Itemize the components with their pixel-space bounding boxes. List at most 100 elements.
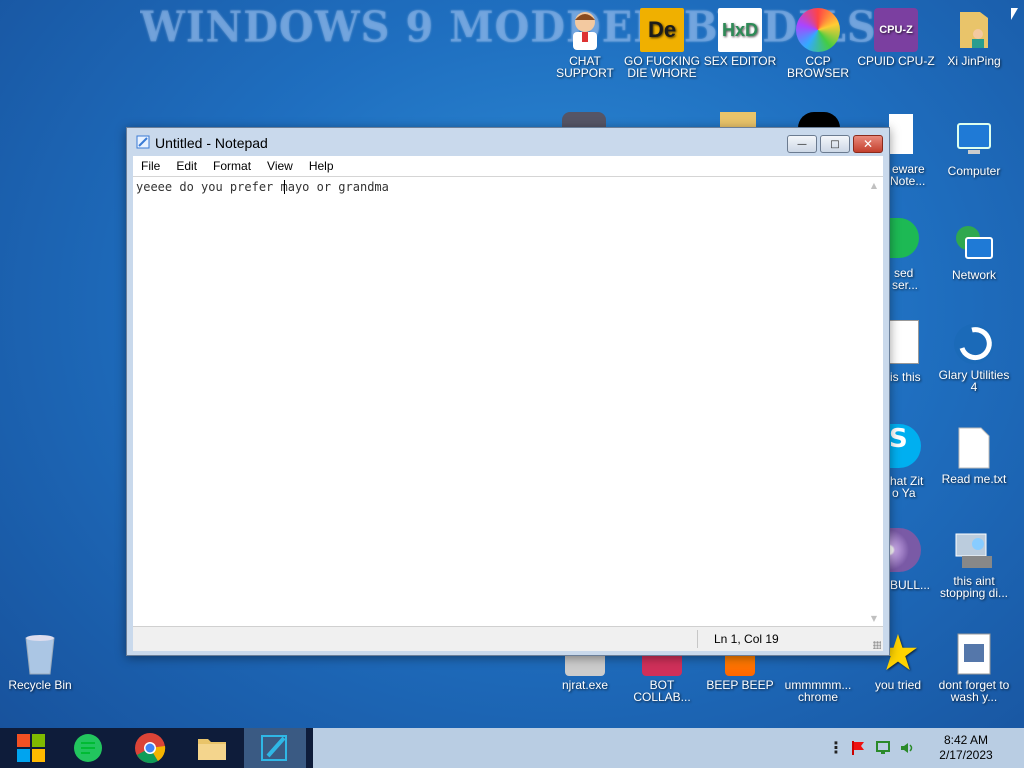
desktop-icon-label: CPUID CPU-Z (857, 54, 935, 68)
desktop-icon-glary-utilities[interactable]: Glary Utilities 4 (934, 322, 1014, 393)
hex-editor-icon-text: HxD (721, 20, 758, 40)
taskbar-empty-area (313, 728, 1024, 768)
desktop-icon-cpuz[interactable]: CPU-Z CPUID CPU-Z (856, 8, 936, 67)
network-globe-icon (952, 222, 996, 266)
desktop-icon-chat-support[interactable]: CHAT SUPPORT (545, 8, 625, 79)
text-editor-area[interactable]: yeeee do you prefer mayo or grandma ▲ ▼ (133, 176, 883, 627)
die-app-icon-text: De (647, 17, 677, 42)
hex-editor-icon: HxD (718, 8, 762, 52)
start-button[interactable] (0, 728, 62, 768)
desktop-icon-sex-editor[interactable]: HxD SEX EDITOR (700, 8, 780, 67)
partial-label-ser: ser... (892, 278, 919, 292)
text-caret (284, 180, 285, 194)
disc-icon (889, 528, 921, 572)
partial-label-is-this: is this (890, 370, 921, 384)
cpu-chip-icon: CPU-Z (874, 8, 918, 52)
spotify-icon (889, 218, 919, 258)
skype-icon: S (889, 424, 921, 468)
recycle-bin-icon (18, 632, 62, 676)
desktop-icon-go-die[interactable]: De GO FUCKING DIE WHORE (622, 8, 702, 79)
menu-bar: File Edit Format View Help (133, 156, 883, 176)
menu-file[interactable]: File (133, 159, 168, 173)
desktop-icon-label: GO FUCKING DIE WHORE (623, 54, 700, 80)
menu-format[interactable]: Format (205, 159, 259, 173)
desktop-icon-label: Recycle Bin (8, 678, 72, 692)
editor-text: yeeee do you prefer mayo or grandma (136, 180, 389, 194)
desktop-icon-label: Network (951, 268, 996, 282)
obscured-icon-folder (720, 112, 756, 128)
close-button[interactable]: ✕ (853, 135, 883, 153)
glary-swirl-icon (952, 322, 996, 366)
obscured-icon-dark (798, 112, 840, 128)
browser-icon (796, 8, 840, 52)
taskbar-chrome[interactable] (119, 728, 181, 768)
desktop-icon-this-aint-stopping[interactable]: this aint stopping di... (934, 528, 1014, 599)
support-agent-icon (563, 8, 607, 52)
volume-icon[interactable] (899, 740, 915, 756)
notepad-taskbar-icon (261, 735, 287, 761)
tray-overflow-icon[interactable]: ⋮ (828, 738, 844, 757)
maximize-button[interactable]: □ (820, 135, 850, 153)
desktop-icon-label: dont forget to wash y... (938, 678, 1010, 704)
taskbar-file-explorer[interactable] (181, 728, 243, 768)
folder-user-icon (952, 8, 996, 52)
desktop-icon-readme[interactable]: Read me.txt (934, 426, 1014, 485)
scroll-up-arrow-icon[interactable]: ▲ (871, 181, 877, 190)
desktop-icon-chrome[interactable]: ummmmm... chrome (778, 650, 858, 703)
desktop-icon-label: ummmmm... chrome (784, 678, 852, 704)
taskbar-notepad[interactable] (244, 728, 306, 768)
desktop-icon-label: Glary Utilities 4 (938, 368, 1010, 394)
partial-label-note: Note... (890, 174, 926, 188)
desktop-icon-beep-beep[interactable]: BEEP BEEP (700, 650, 780, 691)
desktop-icon-recycle-bin[interactable]: Recycle Bin (0, 632, 80, 691)
desktop-icon-ccp-browser[interactable]: CCP BROWSER (778, 8, 858, 79)
desktop-icon-label: CCP BROWSER (786, 54, 849, 80)
desktop-icon-label: Computer (947, 164, 1001, 178)
desktop-icon-bot-collab[interactable]: BOT COLLAB... (622, 650, 702, 703)
clock-time: 8:42 AM (943, 733, 989, 747)
resize-grip-icon[interactable] (873, 641, 881, 649)
desktop-icon-label: BEEP BEEP (706, 678, 774, 692)
installer-computer-icon (952, 528, 996, 572)
mouse-pointer-icon (1011, 8, 1018, 20)
desktop-icon-dont-forget[interactable]: dont forget to wash y... (934, 632, 1014, 703)
notepad-window[interactable]: Untitled - Notepad — □ ✕ File Edit Forma… (126, 127, 890, 656)
die-app-icon: De (640, 8, 684, 52)
cpu-chip-icon-text: CPU-Z (879, 24, 913, 36)
batch-file-icon (952, 632, 996, 676)
action-center-flag-icon[interactable] (850, 740, 866, 756)
desktop-icon-label: BOT COLLAB... (633, 678, 691, 704)
menu-view[interactable]: View (259, 159, 301, 173)
notepad-titlebar[interactable]: Untitled - Notepad — □ ✕ (127, 128, 889, 156)
desktop-icon-label: this aint stopping di... (939, 574, 1009, 600)
desktop-icon-xi-jinping[interactable]: Xi JinPing (934, 8, 1014, 67)
obscured-file-icon (889, 114, 913, 154)
taskbar-notes-app[interactable] (57, 728, 119, 768)
desktop-icon-label: Read me.txt (941, 472, 1007, 486)
desktop-icon-njrat[interactable]: njrat.exe (545, 650, 625, 691)
folder-icon (198, 739, 226, 760)
scroll-down-arrow-icon[interactable]: ▼ (871, 614, 877, 623)
chrome-icon (135, 733, 166, 764)
desktop-icon-network[interactable]: Network (934, 222, 1014, 281)
desktop-icon-computer[interactable]: Computer (934, 118, 1014, 177)
window-title: Untitled - Notepad (155, 135, 268, 151)
minimize-button[interactable]: — (787, 135, 817, 153)
partial-label-bull: BULL... (890, 578, 931, 592)
network-status-icon[interactable] (875, 740, 891, 756)
menu-help[interactable]: Help (301, 159, 342, 173)
desktop-icon-label: Xi JinPing (947, 54, 1001, 68)
taskbar: ⋮ 8:42 AM 2/17/2023 (0, 728, 1024, 768)
status-bar: Ln 1, Col 19 (133, 626, 883, 651)
partial-label-o-ya: o Ya (892, 486, 916, 500)
desktop-icon-label: SEX EDITOR (703, 54, 777, 68)
computer-icon (952, 118, 996, 162)
obscured-icon-top-center (562, 112, 606, 128)
clock-date: 2/17/2023 (939, 748, 993, 762)
text-file-icon (952, 426, 996, 470)
status-divider (697, 630, 698, 648)
desktop-icon-label: njrat.exe (561, 678, 609, 692)
taskbar-clock[interactable]: 8:42 AM 2/17/2023 (924, 733, 1008, 763)
obscured-batch-icon (889, 320, 919, 364)
menu-edit[interactable]: Edit (168, 159, 205, 173)
